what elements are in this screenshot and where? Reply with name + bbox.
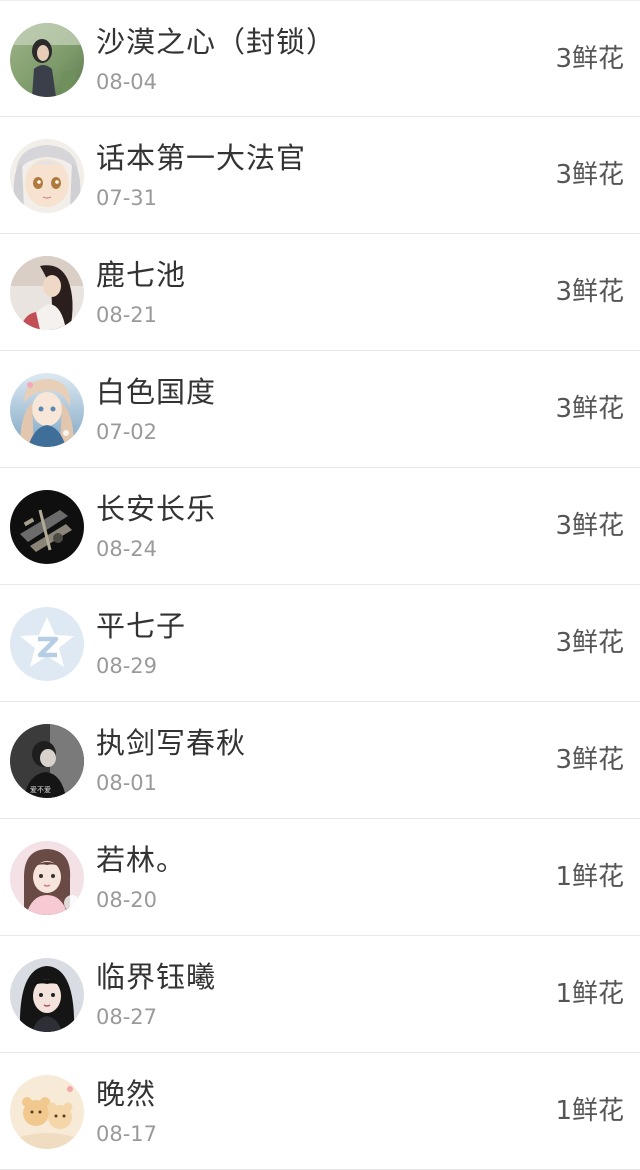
avatar-cartoon-bears-icon[interactable] <box>10 1075 84 1149</box>
list-item[interactable]: 晚然 08-17 1鲜花 <box>0 1053 640 1170</box>
flower-count: 3鲜花 <box>555 745 624 775</box>
list-item[interactable]: 沙漠之心（封锁） 08-04 3鲜花 <box>0 0 640 117</box>
user-name[interactable]: 平七子 <box>96 607 186 645</box>
avatar-grey-photo-icon[interactable]: 爱不爱 <box>10 724 84 798</box>
list-item[interactable]: 临界钰曦 08-27 1鲜花 <box>0 936 640 1053</box>
avatar-anime-silver-hair-icon[interactable] <box>10 139 84 213</box>
gift-date: 08-20 <box>96 888 158 912</box>
gift-date: 08-04 <box>96 70 158 94</box>
user-name[interactable]: 白色国度 <box>96 373 216 411</box>
flower-count: 3鲜花 <box>555 394 624 424</box>
list-item[interactable]: 鹿七池 08-21 3鲜花 <box>0 234 640 351</box>
list-item[interactable]: 爱不爱 执剑写春秋 08-01 3鲜花 <box>0 702 640 819</box>
gift-date: 08-17 <box>96 1122 158 1146</box>
user-name[interactable]: 若林。 <box>96 841 186 879</box>
flower-count: 1鲜花 <box>555 862 624 892</box>
avatar-pink-girl-icon[interactable] <box>10 841 84 915</box>
list-item[interactable]: 若林。 08-20 1鲜花 <box>0 819 640 936</box>
flower-count: 3鲜花 <box>555 44 624 74</box>
gift-date: 08-29 <box>96 654 158 678</box>
avatar-dark-hair-girl-icon[interactable] <box>10 256 84 330</box>
flower-count: 1鲜花 <box>555 1096 624 1126</box>
list-item[interactable]: 白色国度 07-02 3鲜花 <box>0 351 640 468</box>
avatar-dark-hair-portrait-icon[interactable] <box>10 958 84 1032</box>
user-name[interactable]: 鹿七池 <box>96 256 186 294</box>
gift-date: 08-21 <box>96 303 158 327</box>
avatar-anime-blue-girl-icon[interactable] <box>10 373 84 447</box>
avatar-dark-objects-icon[interactable] <box>10 490 84 564</box>
user-name[interactable]: 临界钰曦 <box>96 958 216 996</box>
user-name[interactable]: 长安长乐 <box>96 490 216 528</box>
gift-date: 07-02 <box>96 420 158 444</box>
gift-date: 08-27 <box>96 1005 158 1029</box>
flower-count: 1鲜花 <box>555 979 624 1009</box>
avatar-default-qzone-star-icon[interactable] <box>10 607 84 681</box>
user-name[interactable]: 沙漠之心（封锁） <box>96 23 336 61</box>
flower-count: 3鲜花 <box>555 160 624 190</box>
flower-count: 3鲜花 <box>555 511 624 541</box>
svg-text:爱不爱: 爱不爱 <box>30 786 51 794</box>
gift-date: 08-24 <box>96 537 158 561</box>
list-item[interactable]: 长安长乐 08-24 3鲜花 <box>0 468 640 585</box>
flower-count: 3鲜花 <box>555 628 624 658</box>
gift-date: 07-31 <box>96 186 158 210</box>
avatar-landscape-girl-icon[interactable] <box>10 23 84 97</box>
gift-date: 08-01 <box>96 771 158 795</box>
user-name[interactable]: 话本第一大法官 <box>96 139 306 177</box>
list-item[interactable]: 话本第一大法官 07-31 3鲜花 <box>0 117 640 234</box>
user-name[interactable]: 晚然 <box>96 1075 156 1113</box>
list-item[interactable]: 平七子 08-29 3鲜花 <box>0 585 640 702</box>
user-name[interactable]: 执剑写春秋 <box>96 724 246 762</box>
flower-giver-list: 沙漠之心（封锁） 08-04 3鲜花 话本第一大法官 07-31 3鲜花 鹿七池… <box>0 0 640 1170</box>
flower-count: 3鲜花 <box>555 277 624 307</box>
